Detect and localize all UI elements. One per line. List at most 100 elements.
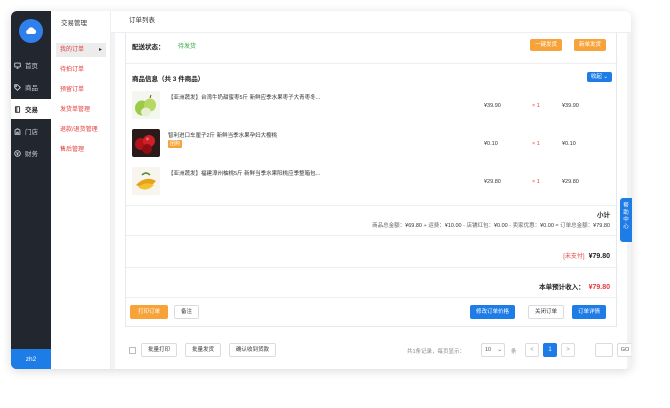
app-window: 首页 商品 交易 门店 财务 zh2 交易管理 我的订单 ▸ 待拍订单 预留订单… <box>11 11 631 369</box>
tab-order-list[interactable]: 订单列表 <box>129 11 155 33</box>
user-badge[interactable]: zh2 <box>11 349 51 369</box>
payment-status-row: [未支付] ¥79.80 <box>563 251 610 260</box>
main-content: 配送状态： 待发货 一键发货 新单发货 商品信息（共 3 件商品） 收起 ⌄ 【… <box>115 33 631 369</box>
sidebar-item-label: 财务 <box>25 151 38 158</box>
page-size-unit: 条 <box>511 349 517 355</box>
go-button[interactable]: GO <box>617 343 631 357</box>
divider <box>126 267 618 268</box>
sidebar-item-trade[interactable]: 交易 <box>11 99 51 119</box>
sidebar-item-home[interactable]: 首页 <box>11 55 51 75</box>
page-button-current[interactable]: 1 <box>543 343 557 357</box>
book-icon <box>14 105 21 113</box>
submenu-item-reserved[interactable]: 预留订单 <box>56 83 106 97</box>
chevron-down-icon: ⌄ <box>497 347 502 353</box>
close-order-button[interactable]: 关闭订单 <box>528 305 565 319</box>
product-total: ¥29.80 <box>562 179 579 185</box>
store-icon <box>14 127 21 135</box>
sidebar-item-label: 商品 <box>25 85 38 92</box>
order-total-label: = 订单总金额： <box>553 223 594 229</box>
group-buy-tag: 团购 <box>168 140 183 148</box>
chevron-down-icon: ⌄ <box>603 74 608 80</box>
delivery-status-value: 待发货 <box>178 44 197 50</box>
subtotal-title: 小计 <box>597 212 610 219</box>
divider <box>126 63 618 64</box>
product-qty: × 1 <box>532 141 540 147</box>
print-order-button[interactable]: 打印订单 <box>130 305 169 319</box>
shipping-amount: ¥10.00 <box>444 223 462 229</box>
sidebar-item-label: 首页 <box>25 63 38 70</box>
divider <box>126 235 618 236</box>
sidebar-item-label: 门店 <box>25 129 38 136</box>
collapse-button[interactable]: 收起 ⌄ <box>586 72 612 82</box>
sidebar-item-finance[interactable]: 财务 <box>11 143 51 163</box>
submenu-item-label: 我的订单 <box>60 47 85 53</box>
divider <box>126 297 618 298</box>
product-thumbnail[interactable] <box>132 129 160 157</box>
goods-amount-label: 商品总金额： <box>372 223 406 229</box>
trade-submenu: 交易管理 我的订单 ▸ 待拍订单 预留订单 发货单管理 退款/退货管理 售后管理 <box>51 11 111 369</box>
order-detail-card: 配送状态： 待发货 一键发货 新单发货 商品信息（共 3 件商品） 收起 ⌄ 【… <box>125 33 618 327</box>
note-button[interactable]: 备注 <box>174 305 200 319</box>
product-thumbnail[interactable] <box>132 167 160 195</box>
submenu-item-my-orders[interactable]: 我的订单 ▸ <box>56 43 106 57</box>
product-name[interactable]: 【亚洲蔬发】福建漳州柚桃5斤 新鲜当季水果阳桃应季整箱包... <box>168 169 358 177</box>
product-price: ¥39.90 <box>484 103 501 109</box>
ship-all-button[interactable]: 一键发货 <box>530 39 563 51</box>
tab-bar: 订单列表 <box>111 11 631 33</box>
product-thumbnail[interactable] <box>132 91 160 119</box>
edit-price-button[interactable]: 修改订单价格 <box>470 305 516 319</box>
order-summary: 商品总金额：¥69.80 + 运费：¥10.00 - 店铺红包：¥0.00 - … <box>372 221 610 229</box>
product-row: 【亚洲蔬发】台湾牛奶甜蜜枣5斤 新鲜应季水果枣子大青枣冬... ¥39.90 ×… <box>132 91 612 121</box>
confirm-payment-button[interactable]: 确认收到货款 <box>229 343 277 357</box>
tag-icon <box>14 83 21 91</box>
discount-amount: ¥0.00 <box>540 223 554 229</box>
new-ship-button[interactable]: 新单发货 <box>574 39 607 51</box>
next-page-button[interactable]: > <box>561 343 575 357</box>
batch-print-button[interactable]: 批量打印 <box>141 343 178 357</box>
products-header: 商品信息（共 3 件商品） 收起 ⌄ <box>132 71 612 85</box>
shipping-label: + 运费： <box>421 223 445 229</box>
coupon-amount: ¥0.00 <box>493 223 508 229</box>
monitor-icon <box>14 62 21 69</box>
discount-label: - 卖家优惠： <box>507 223 541 229</box>
product-name[interactable]: 智利进口车厘子2斤 新鲜当季水果孕妇大樱桃 <box>168 131 358 139</box>
product-price: ¥0.10 <box>484 141 498 147</box>
sidebar-item-store[interactable]: 门店 <box>11 121 51 141</box>
coupon-label: - 店铺红包： <box>461 223 494 229</box>
submenu-item-aftersale[interactable]: 售后管理 <box>56 143 106 157</box>
sidebar-item-goods[interactable]: 商品 <box>11 77 51 97</box>
goto-page-input[interactable] <box>595 343 613 357</box>
select-all-checkbox[interactable] <box>129 347 136 354</box>
batch-ship-button[interactable]: 批量发货 <box>185 343 222 357</box>
caret-right-icon: ▸ <box>98 47 102 53</box>
divider <box>126 205 618 206</box>
income-row: 本单预计收入： ¥79.80 <box>539 281 610 291</box>
product-qty: × 1 <box>532 179 540 185</box>
sidebar-item-label: 交易 <box>25 107 38 114</box>
collapse-label: 收起 <box>590 74 602 80</box>
delivery-status-label: 配送状态： <box>132 44 165 51</box>
submenu-item-pending[interactable]: 待拍订单 <box>56 63 106 77</box>
record-count-text: 共1条记录，每页显示： <box>407 349 466 355</box>
order-detail-button[interactable]: 订单详情 <box>572 305 607 319</box>
income-amount: ¥79.80 <box>588 284 610 291</box>
submenu-title: 交易管理 <box>61 20 87 27</box>
main-sidebar: 首页 商品 交易 门店 财务 zh2 <box>11 11 51 369</box>
goods-amount: ¥69.80 <box>405 223 422 229</box>
cloud-logo-icon <box>19 19 43 43</box>
batch-actions-bar: 批量打印 批量发货 确认收到货款 共1条记录，每页显示： 10 ⌄ 条 < 1 … <box>125 339 631 363</box>
help-center-label: 帮助中心 <box>623 203 629 230</box>
income-label: 本单预计收入： <box>539 284 585 291</box>
product-name[interactable]: 【亚洲蔬发】台湾牛奶甜蜜枣5斤 新鲜应季水果枣子大青枣冬... <box>168 93 358 101</box>
product-row: 智利进口车厘子2斤 新鲜当季水果孕妇大樱桃 团购 ¥0.10 × 1 ¥0.10 <box>132 129 612 159</box>
product-total: ¥0.10 <box>562 141 576 147</box>
product-total: ¥39.90 <box>562 103 579 109</box>
order-total-amount: ¥79.80 <box>593 223 610 229</box>
prev-page-button[interactable]: < <box>525 343 539 357</box>
submenu-item-shipping[interactable]: 发货单管理 <box>56 103 106 117</box>
help-center-button[interactable]: 帮助中心 <box>620 198 632 242</box>
page-size-select[interactable]: 10 ⌄ <box>481 343 505 357</box>
product-price: ¥29.80 <box>484 179 501 185</box>
product-qty: × 1 <box>532 103 540 109</box>
submenu-item-refunds[interactable]: 退款/退货管理 <box>56 123 106 137</box>
